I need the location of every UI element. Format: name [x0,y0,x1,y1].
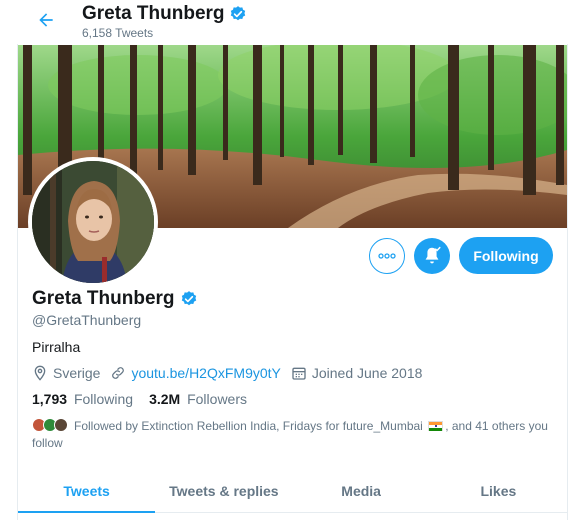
joined-item: Joined June 2018 [291,365,423,381]
location-text: Sverige [53,365,101,381]
followers-count: 3.2M [149,391,181,407]
tab-tweets[interactable]: Tweets [18,470,156,513]
followers-label: Followers [187,391,247,407]
tab-tweets-replies[interactable]: Tweets & replies [155,470,292,512]
arrow-left-icon[interactable] [36,10,56,30]
follower-avatars [32,418,70,432]
followed-by-text: Followed by Extinction Rebellion India, … [74,419,423,433]
calendar-icon [292,367,306,380]
website-link[interactable]: youtu.be/H2QxFM9y0tY [131,365,280,381]
following-button[interactable]: Following [459,237,553,274]
profile-name: Greta Thunberg [32,288,198,310]
tab-media[interactable]: Media [293,470,430,512]
tab-likes[interactable]: Likes [430,470,567,512]
follow-counts: 1,793 Following 3.2M Followers [32,391,247,407]
following-count-link[interactable]: 1,793 Following [32,391,133,407]
followers-count-link[interactable]: 3.2M Followers [149,391,247,407]
profile-header: Greta Thunberg 6,158 Tweets [0,0,583,44]
profile-tabs: Tweets Tweets & replies Media Likes [18,470,567,513]
avatar-photo [32,161,154,283]
more-dots-icon [378,253,396,259]
link-icon [112,367,125,379]
location-pin-icon [34,365,46,381]
header-name: Greta Thunberg [82,3,225,24]
location-item: Sverige [32,365,100,381]
profile-bio: Pirralha [32,339,81,355]
profile-avatar[interactable] [28,157,158,287]
followed-by[interactable]: Followed by Extinction Rebellion India, … [32,418,552,452]
follower-avatar [54,418,68,432]
notifications-button[interactable] [414,238,450,274]
website-item: youtu.be/H2QxFM9y0tY [110,365,281,381]
profile-name-text: Greta Thunberg [32,288,175,309]
verified-badge-icon [230,6,245,21]
following-label: Following [73,391,134,407]
header-title: Greta Thunberg [82,3,247,25]
bell-icon [425,246,441,264]
verified-badge-icon [181,291,196,306]
tweet-count: 6,158 Tweets [82,26,154,40]
following-count: 1,793 [32,391,68,407]
india-flag-icon [428,421,444,431]
profile-meta: Sverige youtu.be/H2QxFM9y0tY Joined June… [32,363,432,383]
profile-handle: @GretaThunberg [32,312,142,328]
joined-text: Joined June 2018 [311,365,423,381]
more-options-button[interactable] [369,238,405,274]
